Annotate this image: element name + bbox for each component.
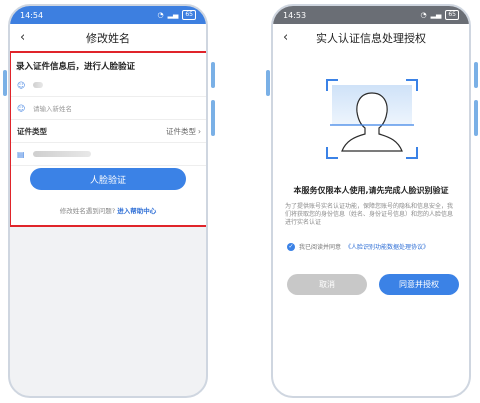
phone-right: 14:53 ◔ ▂▄ 65 ‹ 实人认证信息处理授权 本服务仅限本人使用,请先完: [271, 4, 471, 398]
battery-icon: 65: [445, 10, 459, 20]
page-title: 修改姓名: [86, 32, 130, 45]
current-name-row: ☺: [11, 74, 206, 97]
user-icon: ☺: [17, 103, 26, 113]
status-bar: 14:54 ◔ ▂▄ 65: [10, 6, 206, 24]
frame-corner: [326, 79, 338, 91]
new-name-input[interactable]: 请输入新姓名: [33, 103, 72, 113]
help-text: 修改姓名遇到问题? 进入帮助中心: [10, 205, 206, 215]
back-arrow-icon[interactable]: ‹: [283, 30, 288, 45]
form-header: 录入证件信息后，进行人脸验证: [16, 62, 136, 72]
id-number-row[interactable]: ▤: [11, 143, 206, 166]
status-bar: 14:53 ◔ ▂▄ 65: [273, 6, 469, 24]
checkbox-checked-icon[interactable]: ✓: [287, 242, 295, 251]
id-card-icon: ▤: [17, 149, 25, 159]
new-name-row[interactable]: ☺ 请输入新姓名: [11, 97, 206, 120]
id-type-row[interactable]: 证件类型 证件类型 ›: [11, 120, 206, 143]
page-title: 实人认证信息处理授权: [316, 32, 426, 45]
side-button-volume: [211, 62, 215, 88]
nav-bar: ‹ 实人认证信息处理授权: [273, 24, 469, 52]
agreement-link[interactable]: 《人脸识别功能数据处理协议》: [345, 242, 429, 251]
wifi-icon: ◔: [420, 11, 427, 19]
chevron-right-icon: ›: [198, 126, 201, 136]
status-time: 14:54: [20, 10, 44, 20]
help-center-link[interactable]: 进入帮助中心: [117, 207, 156, 215]
blurred-id-number: [33, 151, 91, 157]
side-button-left: [3, 70, 7, 96]
frame-corner: [406, 147, 418, 159]
main-title: 本服务仅限本人使用,请先完成人脸识别验证: [293, 186, 449, 195]
status-icons: ◔ ▂▄ 65: [420, 10, 459, 20]
frame-corner: [326, 147, 338, 159]
side-button-volume: [474, 62, 478, 88]
nav-bar: ‹ 修改姓名: [10, 24, 206, 52]
agree-prefix: 我已阅读并同意: [299, 244, 342, 251]
face-verify-button[interactable]: 人脸验证: [30, 168, 186, 190]
frame-corner: [406, 79, 418, 91]
id-type-select[interactable]: 证件类型 ›: [166, 126, 201, 137]
face-scan-frame: [326, 79, 418, 159]
blurred-current-name: [33, 82, 43, 88]
cancel-button[interactable]: 取消: [287, 274, 367, 295]
agreement-row[interactable]: ✓ 我已阅读并同意 《人脸识别功能数据处理协议》: [287, 242, 429, 251]
side-button-power: [474, 100, 478, 136]
id-type-label: 证件类型: [17, 126, 47, 136]
face-silhouette-icon: [330, 85, 414, 152]
signal-icon: ▂▄: [167, 11, 179, 19]
side-button-left: [266, 70, 270, 96]
status-time: 14:53: [283, 10, 307, 20]
wifi-icon: ◔: [157, 11, 164, 19]
phone-left: 14:54 ◔ ▂▄ 65 ‹ 修改姓名 录入证件信息后，进行人脸验证 ☺ ☺ …: [8, 4, 208, 398]
user-icon: ☺: [17, 80, 26, 90]
side-button-power: [211, 100, 215, 136]
description: 为了提供账号实名认证功能，保障您账号的隐私和信息安全，我们将获取您的身份信息（姓…: [285, 203, 454, 226]
signal-icon: ▂▄: [430, 11, 442, 19]
agree-authorize-button[interactable]: 同意并授权: [379, 274, 459, 295]
back-arrow-icon[interactable]: ‹: [20, 30, 25, 45]
help-prefix: 修改姓名遇到问题?: [59, 207, 116, 215]
status-icons: ◔ ▂▄ 65: [157, 10, 196, 20]
battery-icon: 65: [182, 10, 196, 20]
highlighted-form: 录入证件信息后，进行人脸验证 ☺ ☺ 请输入新姓名 证件类型 证件类型 › ▤: [10, 51, 206, 227]
id-type-value: 证件类型: [166, 126, 196, 136]
